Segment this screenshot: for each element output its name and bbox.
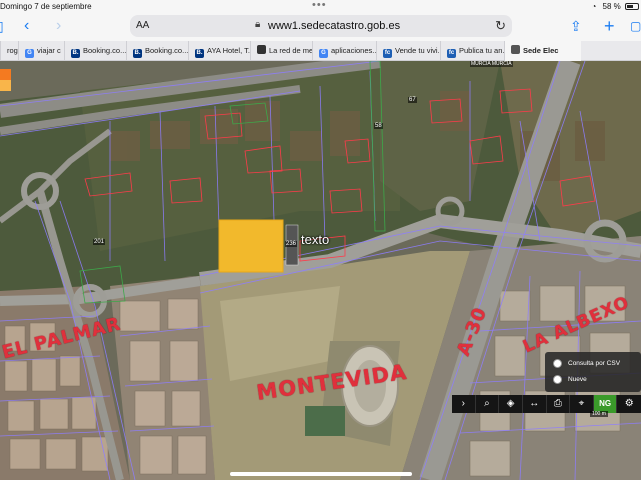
status-date: Domingo 7 de septiembre bbox=[0, 2, 92, 11]
tab-label: Publica tu an... bbox=[459, 46, 504, 55]
option-csv-label: Consulta por CSV bbox=[568, 360, 621, 367]
lock-icon: 🔒︎ bbox=[255, 19, 261, 30]
battery-icon bbox=[625, 3, 639, 10]
aerial-map-image bbox=[0, 61, 641, 480]
tab[interactable]: Sede Elec bbox=[504, 41, 581, 61]
tab-label: Booking.co... bbox=[145, 46, 188, 55]
status-right: ◔ 58 % bbox=[591, 2, 639, 11]
address-bar[interactable]: AA 🔒︎ www1.sedecatastro.gob.es ↻ bbox=[130, 15, 512, 37]
settings-icon[interactable]: ⚙ bbox=[617, 395, 641, 413]
tab-favicon-icon: G bbox=[25, 49, 34, 58]
search-icon[interactable]: ⌕ bbox=[476, 395, 500, 413]
print-icon[interactable]: ⎙ bbox=[547, 395, 571, 413]
scale-bar: 100 m bbox=[590, 411, 608, 417]
radio-csv[interactable] bbox=[553, 359, 562, 368]
tabs-overview-icon[interactable]: ▢ bbox=[630, 16, 641, 36]
map-toolbar: › ⌕ ◈ ↔ ⎙ ⌖ NG ⚙ bbox=[452, 395, 641, 413]
tab-label: Booking.co... bbox=[83, 46, 126, 55]
tab-favicon-icon: fc bbox=[383, 49, 392, 58]
browser-toolbar: ▯ ‹ › AA 🔒︎ www1.sedecatastro.gob.es ↻ ⇪… bbox=[0, 13, 641, 41]
back-button[interactable]: ‹ bbox=[24, 16, 29, 36]
reload-icon[interactable]: ↻ bbox=[495, 18, 506, 34]
share-icon[interactable]: ⇪ bbox=[570, 16, 582, 36]
tab-favicon-icon: B. bbox=[71, 49, 80, 58]
tab-favicon-icon: fc bbox=[447, 49, 456, 58]
municipality-label: MURCIA MURCIA bbox=[470, 61, 513, 67]
tab[interactable]: Gviajar c bbox=[18, 41, 64, 61]
tab-bar: rog Gviajar c B. Booking.co... B. Booking.co.… bbox=[0, 41, 641, 61]
text-size-button[interactable]: AA bbox=[136, 20, 149, 31]
multitask-dots[interactable]: ••• bbox=[312, 0, 327, 11]
tab[interactable]: B. AYA Hotel, T... bbox=[188, 41, 250, 61]
tab[interactable]: rog bbox=[0, 41, 18, 61]
layer-indicator bbox=[0, 69, 11, 91]
url-text[interactable]: www1.sedecatastro.gob.es bbox=[268, 20, 400, 32]
tab-label: La red de me... bbox=[269, 46, 312, 55]
status-bar: Domingo 7 de septiembre ••• ◔ 58 % bbox=[0, 0, 641, 13]
parcel-number: 236 bbox=[285, 241, 298, 247]
query-panel: Consulta por CSV Nueve bbox=[545, 352, 641, 392]
tab-label: Sede Elec bbox=[523, 46, 559, 55]
cadastral-map[interactable]: MURCIA MURCIA 201 236 58 67 texto EL PAL… bbox=[0, 61, 641, 480]
expand-icon[interactable]: › bbox=[452, 395, 476, 413]
tab-favicon-icon: B. bbox=[133, 49, 142, 58]
battery-percent: 58 % bbox=[602, 2, 621, 11]
parcel-number: 58 bbox=[374, 123, 383, 129]
parcel-number: 201 bbox=[93, 239, 106, 245]
tab[interactable]: Gaplicaciones... bbox=[312, 41, 376, 61]
sidebar-icon[interactable]: ▯ bbox=[0, 16, 4, 36]
texto-label: texto bbox=[301, 232, 330, 247]
wifi-icon: ◔ bbox=[591, 2, 597, 11]
tab-label: aplicaciones... bbox=[331, 46, 376, 55]
radio-nueve[interactable] bbox=[553, 375, 562, 384]
tab-label: viajar c bbox=[37, 46, 61, 55]
new-tab-button[interactable]: + bbox=[604, 16, 615, 36]
tab[interactable]: fc Publica tu an... bbox=[440, 41, 504, 61]
tab-favicon-icon bbox=[257, 45, 266, 54]
option-csv[interactable]: Consulta por CSV bbox=[553, 359, 620, 368]
tab[interactable]: B. Booking.co... bbox=[64, 41, 126, 61]
measure-icon[interactable]: ↔ bbox=[523, 395, 547, 413]
tab-favicon-icon bbox=[511, 45, 520, 54]
parcel-number: 67 bbox=[408, 97, 417, 103]
tab-favicon-icon: B. bbox=[195, 49, 204, 58]
tab[interactable]: B. Booking.co... bbox=[126, 41, 188, 61]
tab-favicon-icon: G bbox=[319, 49, 328, 58]
tab[interactable]: La red de me... bbox=[250, 41, 312, 61]
tab-label: AYA Hotel, T... bbox=[207, 46, 250, 55]
tab-label: Vende tu vivi... bbox=[395, 46, 440, 55]
forward-button[interactable]: › bbox=[56, 16, 61, 36]
layers-icon[interactable]: ◈ bbox=[499, 395, 523, 413]
option-nueve-label: Nueve bbox=[568, 376, 587, 383]
option-nueve[interactable]: Nueve bbox=[553, 375, 587, 384]
tab-label: rog bbox=[7, 46, 18, 55]
home-indicator[interactable] bbox=[230, 472, 412, 476]
tab[interactable]: fc Vende tu vivi... bbox=[376, 41, 440, 61]
